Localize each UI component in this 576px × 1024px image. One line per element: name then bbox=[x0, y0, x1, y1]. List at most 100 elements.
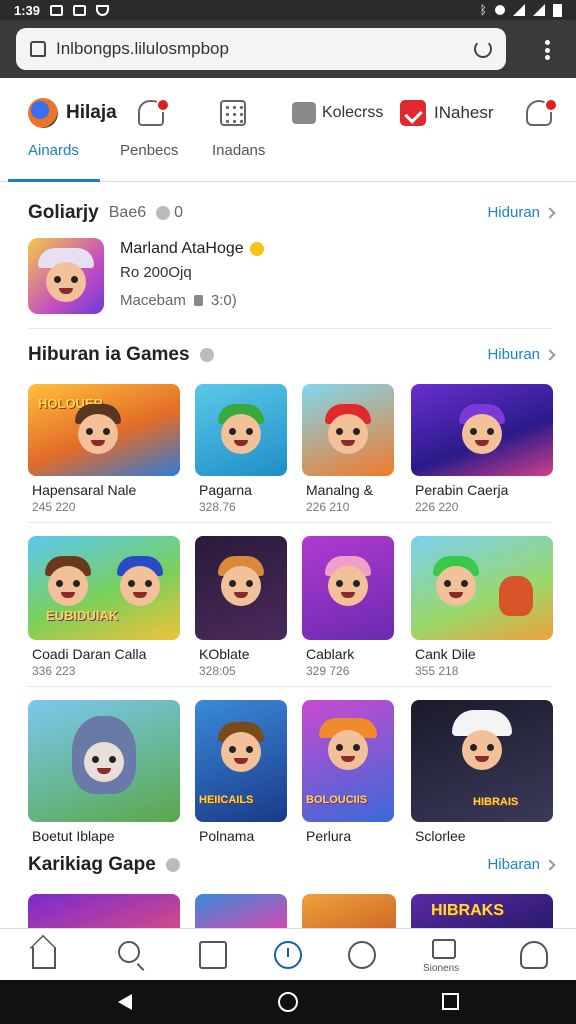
game-stats: 328:05 bbox=[199, 664, 236, 678]
home-icon[interactable] bbox=[30, 41, 46, 57]
game-thumbnail-partial[interactable]: HIBRAKS bbox=[411, 894, 553, 928]
fox-character bbox=[499, 576, 533, 616]
game-card[interactable]: HIBRAIS Sclorlee bbox=[411, 700, 553, 844]
notification-bell-icon[interactable] bbox=[138, 98, 170, 126]
featured-see-all[interactable]: Hiduran bbox=[487, 204, 556, 221]
game-name: KOblate bbox=[199, 646, 250, 662]
featured-title: Goliarjy bbox=[28, 202, 99, 223]
game-thumbnail[interactable] bbox=[195, 384, 287, 476]
game-card[interactable]: Perabin Caerja 226 220 bbox=[411, 384, 553, 514]
game-card[interactable]: Boetut Iblape bbox=[28, 700, 180, 844]
chevron-right-icon[interactable] bbox=[544, 206, 556, 219]
game-thumbnail-partial[interactable] bbox=[28, 894, 180, 928]
brand[interactable]: Hilaja bbox=[28, 98, 117, 128]
back-icon[interactable] bbox=[118, 994, 132, 1010]
featured-meta-text: Macebam bbox=[120, 292, 186, 309]
thumb-face bbox=[120, 566, 160, 606]
game-thumbnail[interactable] bbox=[302, 536, 394, 640]
recents-icon[interactable] bbox=[442, 993, 459, 1010]
featured-item-subtitle: Ro 200Ojq bbox=[120, 264, 192, 281]
next-link-label[interactable]: Hibaran bbox=[487, 856, 540, 873]
box-icon[interactable] bbox=[199, 941, 227, 969]
game-name: Boetut Iblape bbox=[32, 828, 115, 844]
featured-link-label[interactable]: Hiduran bbox=[487, 204, 540, 221]
divider bbox=[28, 328, 552, 329]
notification-badge bbox=[156, 98, 170, 112]
divider bbox=[28, 522, 552, 523]
thumb-face bbox=[221, 566, 261, 606]
home-circle-icon[interactable] bbox=[278, 992, 298, 1012]
game-thumbnail[interactable]: HOLOUER bbox=[28, 384, 180, 476]
game-thumbnail[interactable] bbox=[195, 536, 287, 640]
thumb-face bbox=[462, 414, 502, 454]
tab-3[interactable]: Inadans bbox=[212, 142, 265, 159]
game-thumbnail-partial[interactable] bbox=[302, 894, 396, 928]
game-card[interactable]: HEIICAILS Polnama bbox=[195, 700, 291, 844]
game-name: Coadi Daran Calla bbox=[32, 646, 147, 662]
game-card[interactable]: KOblate 328:05 bbox=[195, 536, 291, 678]
game-thumbnail[interactable]: HEIICAILS bbox=[195, 700, 287, 822]
featured-thumbnail[interactable] bbox=[28, 238, 104, 314]
next-see-all[interactable]: Hibaran bbox=[487, 856, 556, 873]
thumb-label: BOLOUCIIS bbox=[306, 794, 368, 806]
game-thumbnail[interactable] bbox=[28, 700, 180, 822]
clock-icon[interactable] bbox=[274, 941, 302, 969]
battery-icon bbox=[553, 3, 562, 17]
game-card[interactable]: Cank Dile 355 218 bbox=[411, 536, 553, 678]
featured-item-title: Marland AtaHoge bbox=[120, 240, 244, 257]
alarm-icon bbox=[495, 5, 505, 15]
game-card[interactable]: Cablark 329 726 bbox=[302, 536, 398, 678]
game-card[interactable]: BOLOUCIIS Perlura bbox=[302, 700, 398, 844]
store-icon[interactable] bbox=[432, 939, 456, 959]
thumb-label: EUBIDUIAK bbox=[46, 608, 119, 623]
game-name: Perlura bbox=[306, 828, 352, 844]
grid-icon[interactable] bbox=[220, 100, 246, 126]
heart-icon[interactable] bbox=[348, 941, 376, 969]
game-stats: 245 220 bbox=[32, 500, 76, 514]
box-icon[interactable] bbox=[292, 102, 316, 124]
featured-item-meta: Macebam 3:0) bbox=[120, 292, 237, 309]
user-icon[interactable] bbox=[520, 941, 548, 969]
game-thumbnail[interactable] bbox=[411, 536, 553, 640]
active-tab-indicator bbox=[8, 179, 100, 182]
featured-item[interactable]: Marland AtaHoge Ro 200Ojq Macebam 3:0) bbox=[28, 236, 548, 316]
game-card[interactable]: Pagarna 328.76 bbox=[195, 384, 291, 514]
logo-icon bbox=[28, 98, 58, 128]
thumb-face bbox=[46, 262, 86, 302]
store-label[interactable]: Sionens bbox=[423, 963, 459, 974]
address-bar[interactable]: Inlbongps.lilulosmpbop bbox=[16, 28, 506, 70]
game-card[interactable]: EUBIDUIAK Coadi Daran Calla 336 223 bbox=[28, 536, 180, 678]
menu-icon[interactable] bbox=[544, 40, 550, 60]
thumb-face bbox=[328, 730, 368, 770]
home-icon[interactable] bbox=[32, 947, 56, 969]
thumb-face bbox=[221, 732, 261, 772]
thumb-face bbox=[78, 414, 118, 454]
chevron-right-icon[interactable] bbox=[544, 348, 556, 361]
game-thumbnail[interactable]: BOLOUCIIS bbox=[302, 700, 394, 822]
shortcut-label-2[interactable]: INahesr bbox=[434, 103, 494, 123]
shortcut-label-1[interactable]: Kolecrss bbox=[322, 104, 383, 122]
game-thumbnail-partial[interactable] bbox=[195, 894, 287, 928]
game-thumbnail[interactable]: HIBRAIS bbox=[411, 700, 553, 822]
games-see-all[interactable]: Hiburan bbox=[487, 346, 556, 363]
search-icon[interactable] bbox=[118, 941, 140, 963]
game-thumbnail[interactable] bbox=[411, 384, 553, 476]
lock-icon bbox=[193, 295, 203, 306]
tab-1[interactable]: Ainards bbox=[28, 142, 79, 159]
profile-icon[interactable] bbox=[526, 98, 558, 126]
game-card[interactable]: HOLOUER Hapensaral Nale 245 220 bbox=[28, 384, 180, 514]
game-thumbnail[interactable] bbox=[302, 384, 394, 476]
url-text[interactable]: Inlbongps.lilulosmpbop bbox=[56, 39, 474, 59]
game-thumbnail[interactable]: EUBIDUIAK bbox=[28, 536, 180, 640]
thumb-label: HIBRAIS bbox=[473, 796, 519, 808]
chevron-right-icon[interactable] bbox=[544, 858, 556, 871]
red-check-icon[interactable] bbox=[400, 100, 426, 126]
app-root: 1:39 ᛒ Inlbongps.lilulosmpbop Hilaja Kol… bbox=[0, 0, 576, 1024]
reload-icon[interactable] bbox=[474, 40, 492, 58]
games-link-label[interactable]: Hiburan bbox=[487, 346, 540, 363]
tab-2[interactable]: Penbecs bbox=[120, 142, 178, 159]
game-card[interactable]: Manalng & 226 210 bbox=[302, 384, 398, 514]
thumb-face bbox=[436, 566, 476, 606]
featured-meta-value: 3:0) bbox=[210, 292, 237, 309]
game-stats: 226 210 bbox=[306, 500, 350, 514]
